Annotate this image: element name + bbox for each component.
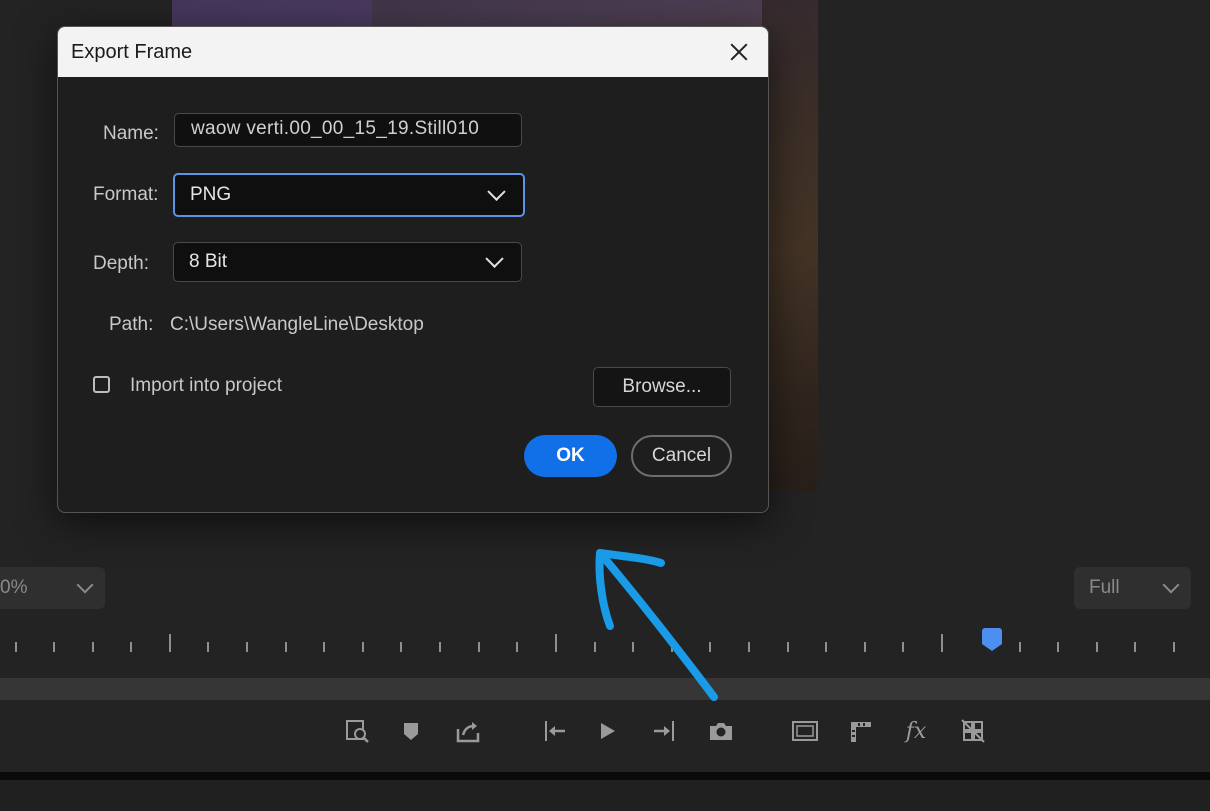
zoom-scrollbar[interactable] xyxy=(0,678,1210,700)
zoom-level-value: 0% xyxy=(0,577,28,598)
cancel-button[interactable]: Cancel xyxy=(631,435,732,477)
name-field[interactable]: waow verti.00_00_15_19.Still010 xyxy=(174,113,522,147)
multicam-icon[interactable] xyxy=(956,714,990,748)
panel-divider xyxy=(0,772,1210,780)
playback-resolution-select[interactable]: Full xyxy=(1074,567,1191,609)
chevron-down-icon xyxy=(485,249,504,268)
dialog-title: Export Frame xyxy=(71,41,193,63)
format-label: Format: xyxy=(93,184,159,205)
camera-icon[interactable] xyxy=(704,714,738,748)
depth-select[interactable]: 8 Bit xyxy=(173,242,522,282)
playback-resolution-value: Full xyxy=(1089,577,1120,598)
close-icon[interactable] xyxy=(726,39,752,65)
fx-icon[interactable]: fx xyxy=(899,714,933,748)
browse-button[interactable]: Browse... xyxy=(593,367,731,407)
chevron-down-icon xyxy=(487,182,506,201)
export-frame-dialog: Export Frame Name: waow verti.00_00_15_1… xyxy=(57,26,769,513)
chevron-down-icon xyxy=(1162,576,1180,594)
chevron-down-icon xyxy=(76,576,94,594)
time-ruler[interactable] xyxy=(0,630,1210,660)
path-value: C:\Users\WangleLine\Desktop xyxy=(170,314,424,335)
dialog-titlebar: Export Frame xyxy=(58,27,768,77)
safe-margins-icon[interactable] xyxy=(788,714,822,748)
zoom-level-select[interactable]: 0% xyxy=(0,567,105,609)
import-into-project-label[interactable]: Import into project xyxy=(130,375,282,397)
path-label: Path: xyxy=(109,314,154,335)
depth-label: Depth: xyxy=(93,253,149,274)
format-select[interactable]: PNG xyxy=(173,173,525,217)
find-icon[interactable] xyxy=(340,714,374,748)
name-label: Name: xyxy=(103,123,159,144)
go-to-in-icon[interactable] xyxy=(537,714,571,748)
depth-value: 8 Bit xyxy=(189,251,228,272)
playhead-marker[interactable] xyxy=(982,628,1002,651)
export-icon[interactable] xyxy=(451,714,485,748)
film-icon[interactable] xyxy=(843,714,877,748)
timeline-panel-top xyxy=(0,780,1210,811)
marker-icon[interactable] xyxy=(394,714,428,748)
format-value: PNG xyxy=(190,184,232,205)
import-into-project-checkbox[interactable] xyxy=(93,376,110,393)
go-to-out-icon[interactable] xyxy=(648,714,682,748)
play-icon[interactable] xyxy=(590,714,624,748)
ok-button[interactable]: OK xyxy=(524,435,617,477)
